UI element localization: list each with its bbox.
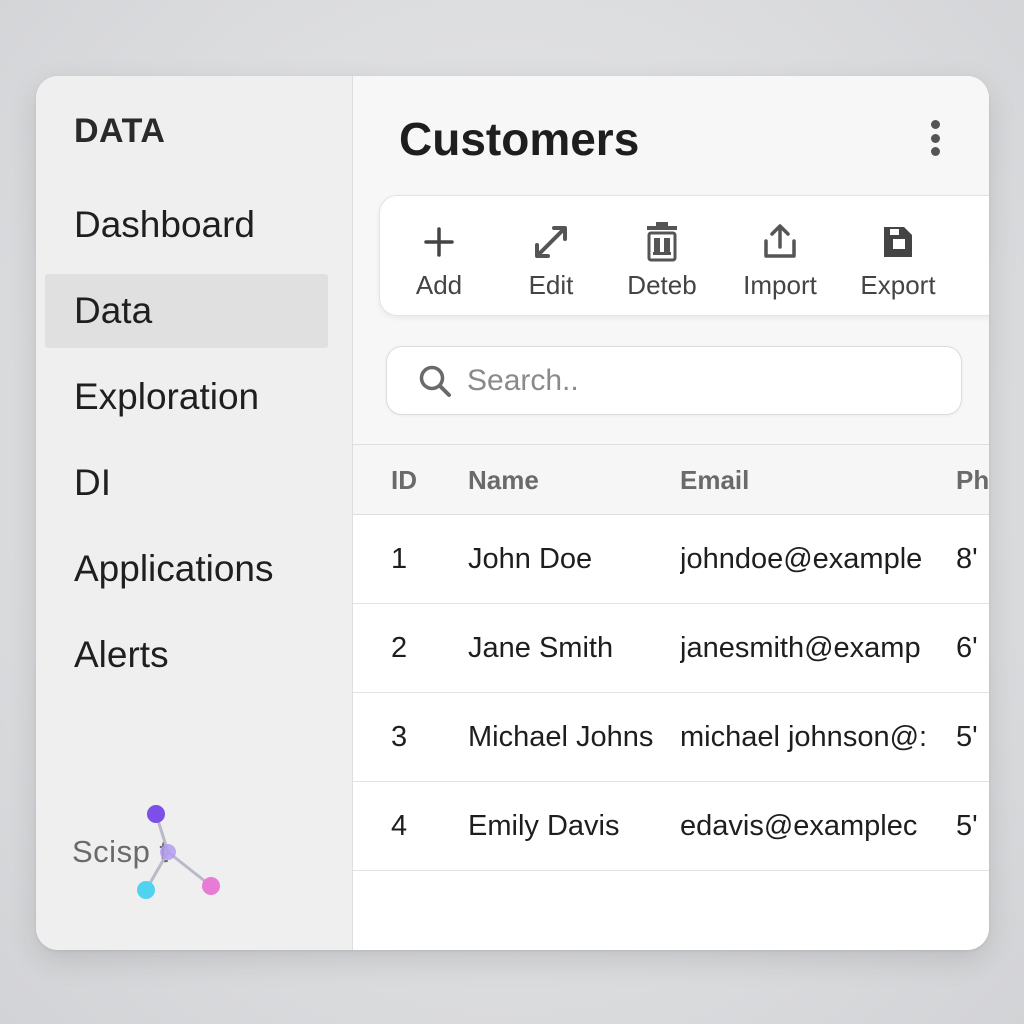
cell-email: edavis@examplec bbox=[680, 810, 918, 842]
sidebar-item-dashboard[interactable]: Dashboard bbox=[45, 188, 328, 262]
cell-id: 2 bbox=[391, 632, 408, 664]
main-content: Customers Add Edit Deteb Import Export S… bbox=[353, 76, 989, 950]
delete-label: Deteb bbox=[627, 270, 697, 300]
column-header-email[interactable]: Email bbox=[680, 465, 942, 496]
plus-icon bbox=[423, 220, 455, 264]
search-icon bbox=[419, 365, 451, 397]
cell-phone: 5' bbox=[956, 721, 978, 753]
toolbar: Add Edit Deteb Import Export bbox=[379, 195, 989, 316]
table-row[interactable]: 1 John Doe johndoe@example 8' bbox=[353, 515, 989, 604]
cell-phone: 6' bbox=[956, 632, 978, 664]
table-row[interactable]: 3 Michael Johns michael johnson@: 5' bbox=[353, 693, 989, 782]
search-box[interactable] bbox=[386, 346, 962, 415]
upload-icon bbox=[761, 220, 799, 264]
page-title: Customers bbox=[399, 113, 640, 165]
cell-name: Michael Johns bbox=[468, 721, 654, 753]
delete-button[interactable]: Deteb bbox=[620, 196, 704, 317]
edit-label: Edit bbox=[528, 270, 574, 300]
table-row[interactable]: 4 Emily Davis edavis@examplec 5' bbox=[353, 782, 989, 871]
cell-name: John Doe bbox=[468, 543, 593, 575]
edit-button[interactable]: Edit bbox=[515, 196, 587, 317]
table-row[interactable]: 2 Jane Smith janesmith@examp 6' bbox=[353, 604, 989, 693]
column-header-id[interactable]: ID bbox=[391, 465, 417, 496]
cell-id: 4 bbox=[391, 810, 408, 842]
add-label: Add bbox=[415, 270, 463, 300]
edit-arrow-icon bbox=[532, 220, 570, 264]
table-header: ID Name Email Ph bbox=[353, 445, 989, 515]
sidebar: DATA Dashboard Data Exploration DI Appli… bbox=[36, 76, 353, 950]
logo-network-icon bbox=[137, 805, 220, 899]
export-label: Export bbox=[860, 270, 936, 300]
app-window: DATA Dashboard Data Exploration DI Appli… bbox=[36, 76, 989, 950]
kebab-menu-icon[interactable] bbox=[928, 120, 942, 156]
sidebar-item-exploration[interactable]: Exploration bbox=[45, 360, 328, 434]
sidebar-item-applications[interactable]: Applications bbox=[45, 532, 328, 606]
cell-email: johndoe@example bbox=[680, 543, 923, 575]
export-button[interactable]: Export bbox=[854, 196, 942, 317]
cell-name: Jane Smith bbox=[468, 632, 614, 664]
sidebar-nav: Dashboard Data Exploration DI Applicatio… bbox=[45, 188, 328, 704]
brand-title: DATA bbox=[74, 112, 166, 150]
cell-email: michael johnson@: bbox=[680, 721, 928, 753]
trash-icon bbox=[644, 220, 680, 264]
column-header-name[interactable]: Name bbox=[468, 465, 539, 496]
cell-id: 1 bbox=[391, 543, 408, 575]
sidebar-item-data[interactable]: Data bbox=[45, 274, 328, 348]
import-button[interactable]: Import bbox=[736, 196, 824, 317]
cell-email: janesmith@examp bbox=[680, 632, 921, 664]
cell-phone: 5' bbox=[956, 810, 978, 842]
search-input[interactable] bbox=[467, 363, 917, 398]
export-file-icon bbox=[881, 220, 915, 264]
cell-id: 3 bbox=[391, 721, 408, 753]
sidebar-item-di[interactable]: DI bbox=[45, 446, 328, 520]
add-button[interactable]: Add bbox=[402, 196, 476, 317]
sidebar-item-alerts[interactable]: Alerts bbox=[45, 618, 328, 692]
cell-phone: 8' bbox=[956, 543, 978, 575]
scispot-logo: Scisp t bbox=[72, 800, 232, 910]
cell-name: Emily Davis bbox=[468, 810, 620, 842]
column-header-phone[interactable]: Ph bbox=[956, 465, 989, 496]
import-label: Import bbox=[743, 270, 817, 300]
customers-table: ID Name Email Ph 1 John Doe johndoe@exam… bbox=[353, 444, 989, 950]
